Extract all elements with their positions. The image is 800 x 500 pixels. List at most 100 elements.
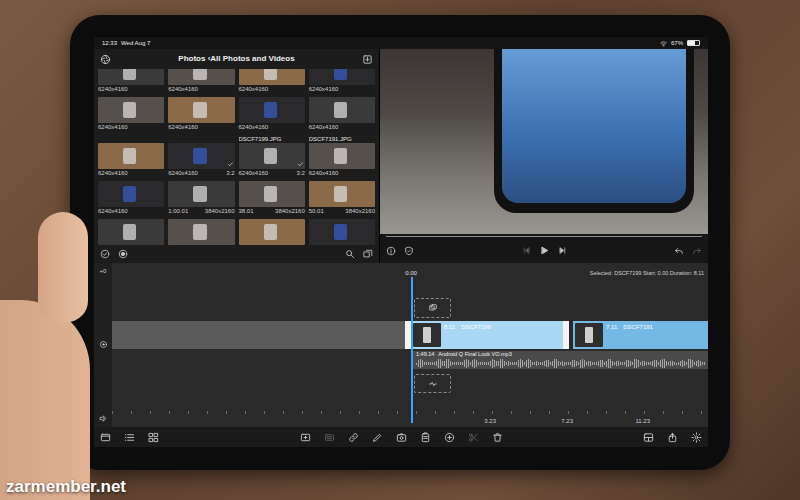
waveform-bar	[572, 360, 573, 367]
media-thumbnail[interactable]	[168, 219, 234, 245]
waveform-bar	[640, 362, 641, 365]
import-icon[interactable]	[362, 54, 373, 65]
media-item[interactable]: 6240x4160	[309, 97, 375, 131]
media-item[interactable]: DSCF7191.JPG6240x4160	[309, 135, 375, 177]
video-clip[interactable]: 7.11DSCF7191	[573, 321, 708, 349]
add-photo-icon[interactable]	[396, 432, 407, 443]
aperture-icon[interactable]	[100, 54, 111, 65]
waveform-bar	[442, 361, 443, 366]
speaker-icon[interactable]	[99, 414, 108, 423]
redo-icon[interactable]	[692, 246, 702, 256]
list-icon[interactable]	[124, 432, 135, 443]
media-item[interactable]: 6240x4160	[309, 69, 375, 93]
status-time: 12:33	[102, 39, 117, 47]
media-item[interactable]: DSCF7199.JPG6240x41603:2	[239, 135, 305, 177]
media-thumbnail[interactable]	[239, 97, 305, 123]
media-caption: 6240x4160	[98, 169, 164, 177]
media-thumbnail[interactable]	[239, 69, 305, 85]
waveform-bar	[456, 362, 457, 365]
waveform-bar	[660, 360, 661, 366]
media-thumbnail[interactable]	[309, 69, 375, 85]
media-item[interactable]	[168, 219, 234, 245]
gear-icon[interactable]	[691, 432, 702, 443]
grid-icon[interactable]	[148, 432, 159, 443]
waveform-bar	[658, 362, 659, 365]
audio-duration: 1:49.14	[416, 351, 434, 358]
media-item[interactable]: 38.013840x2160	[239, 181, 305, 215]
overlay-drop-zone[interactable]	[414, 298, 451, 318]
media-icon[interactable]	[100, 432, 111, 443]
waveform-bar	[546, 360, 547, 368]
add-icon[interactable]	[444, 432, 455, 443]
track-lock-icon[interactable]	[99, 340, 108, 349]
media-item[interactable]: 6240x4160	[98, 69, 164, 93]
media-thumbnail[interactable]	[98, 97, 164, 123]
add-track-icon[interactable]	[300, 432, 311, 443]
media-thumbnail[interactable]	[168, 181, 234, 207]
media-thumbnail[interactable]	[98, 219, 164, 245]
media-caption: 6240x4160	[168, 123, 234, 131]
media-item[interactable]	[98, 219, 164, 245]
layers-icon[interactable]	[363, 249, 373, 259]
media-thumbnail[interactable]	[239, 219, 305, 245]
play-icon[interactable]	[539, 245, 550, 256]
shield-icon[interactable]	[404, 246, 414, 256]
waveform-bar	[626, 360, 627, 366]
waveform-bar	[674, 362, 675, 365]
media-item[interactable]: 6240x4160	[98, 97, 164, 131]
trim-handle-right[interactable]	[563, 321, 569, 349]
record-icon[interactable]	[118, 249, 128, 259]
media-info: 6240x4160	[98, 85, 128, 93]
layout-icon[interactable]	[643, 432, 654, 443]
media-item[interactable]: 50.013840x2160	[309, 181, 375, 215]
share-icon[interactable]	[667, 432, 678, 443]
waveform-bar	[458, 362, 459, 365]
select-icon[interactable]	[100, 249, 110, 259]
skip-forward-icon[interactable]	[558, 246, 567, 255]
media-thumbnail[interactable]	[98, 143, 164, 169]
scrubber[interactable]	[380, 234, 708, 238]
trash-icon[interactable]	[492, 432, 503, 443]
media-thumbnail[interactable]	[98, 181, 164, 207]
media-item[interactable]: 6240x4160	[168, 97, 234, 131]
media-item[interactable]: 6240x41603:2	[168, 135, 234, 177]
overlay-icon[interactable]	[324, 432, 335, 443]
media-item[interactable]: 1:00.013840x2160	[168, 181, 234, 215]
skip-back-icon[interactable]	[522, 246, 531, 255]
info-icon[interactable]	[386, 246, 396, 256]
media-item[interactable]: 6240x4160	[168, 69, 234, 93]
media-item[interactable]: 6240x4160	[98, 181, 164, 215]
media-thumbnail[interactable]	[309, 97, 375, 123]
media-thumbnail[interactable]	[309, 143, 375, 169]
media-thumbnail[interactable]	[309, 219, 375, 245]
media-item[interactable]	[239, 219, 305, 245]
media-thumbnail[interactable]	[309, 181, 375, 207]
media-thumbnail[interactable]	[98, 69, 164, 85]
video-clip[interactable]: 8.11DSCF7199	[405, 321, 569, 349]
status-right: 67%	[660, 39, 700, 47]
media-thumbnail[interactable]	[168, 97, 234, 123]
media-thumbnail[interactable]	[239, 143, 305, 169]
audio-clip[interactable]: 1:49.14Android Q Final Look VO.mp3	[413, 351, 708, 369]
media-item[interactable]: 6240x4160	[98, 135, 164, 177]
waveform-bar	[632, 362, 633, 366]
waveform-bar	[500, 359, 501, 368]
media-item[interactable]	[309, 219, 375, 245]
media-thumbnail[interactable]	[239, 181, 305, 207]
undo-icon[interactable]	[674, 246, 684, 256]
scissors-icon[interactable]	[468, 432, 479, 443]
waveform-bar	[662, 359, 663, 369]
audio-drop-zone[interactable]	[414, 374, 451, 393]
clipboard-icon[interactable]	[420, 432, 431, 443]
media-item[interactable]: 6240x4160	[239, 97, 305, 131]
timeline-space	[112, 393, 708, 411]
playhead[interactable]	[411, 277, 413, 423]
media-thumbnail[interactable]	[168, 69, 234, 85]
media-thumbnail[interactable]	[168, 143, 234, 169]
search-icon[interactable]	[345, 249, 355, 259]
pen-icon[interactable]	[372, 432, 383, 443]
media-item[interactable]: 6240x4160	[239, 69, 305, 93]
waveform-bar	[636, 359, 637, 369]
link-icon[interactable]	[348, 432, 359, 443]
waveform-bar	[516, 362, 517, 366]
